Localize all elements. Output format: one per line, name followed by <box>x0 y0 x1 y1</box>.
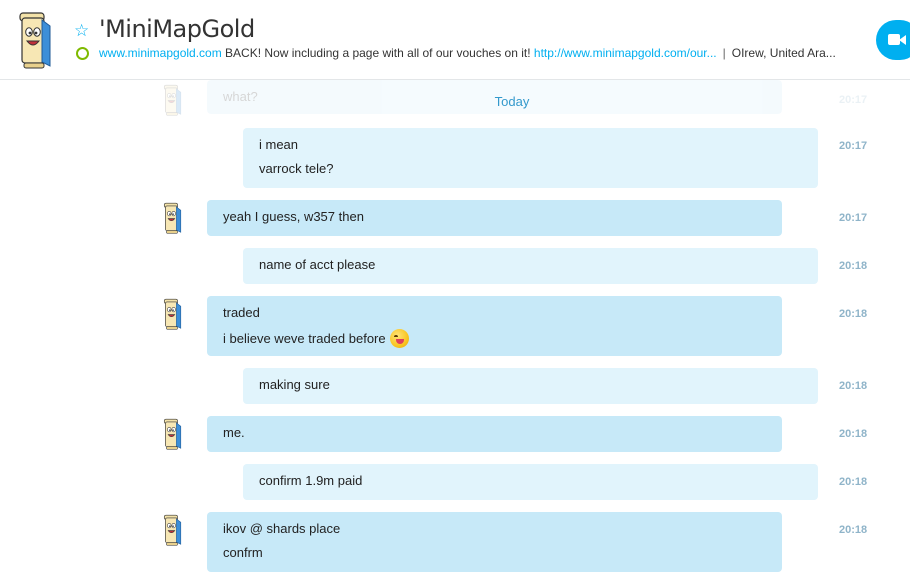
message-time: 20:18 <box>839 380 868 392</box>
message-time: 20:18 <box>839 476 868 488</box>
message-bubble-incoming[interactable]: me. <box>207 416 782 452</box>
contact-location: OIrew, United Ara... <box>731 46 836 60</box>
online-status-icon <box>76 47 89 60</box>
message-line: me. <box>223 425 245 440</box>
message-line: i mean <box>259 137 299 152</box>
faded-message-row: what? 20:17 <box>0 80 910 120</box>
message-line: confirm 1.9m paid <box>259 473 363 488</box>
message-bubble-outgoing[interactable]: name of acct please <box>243 248 818 284</box>
chat-header: ☆ 'MiniMapGold www.minimapgold.com BACK!… <box>0 0 910 80</box>
message-time: 20:17 <box>839 212 868 224</box>
conversation-pane[interactable]: what? 20:17 Today i mean varrock tele? 2… <box>0 80 910 580</box>
message-time: 20:17 <box>839 140 868 152</box>
message-text: i believe weve traded before <box>223 331 386 346</box>
message-line: name of acct please <box>259 257 376 272</box>
tongue-wink-emoji-icon <box>389 329 409 348</box>
message-bubble-outgoing[interactable]: making sure <box>243 368 818 404</box>
scroll-avatar-icon[interactable] <box>161 416 183 452</box>
contact-name[interactable]: 'MiniMapGold <box>99 15 255 43</box>
message-bubble-incoming[interactable]: yeah I guess, w357 then <box>207 200 782 236</box>
message-bubble-incoming[interactable]: traded i believe weve traded before <box>207 296 782 356</box>
message-line: making sure <box>259 377 330 392</box>
message-time: 20:18 <box>839 524 868 536</box>
mood-link-vouches[interactable]: http://www.minimapgold.com/our... <box>534 46 717 60</box>
message-line: traded <box>223 305 260 320</box>
scroll-avatar-icon[interactable] <box>161 512 183 548</box>
message-line: ikov @ shards place <box>223 521 341 536</box>
message-line: confrm <box>223 545 263 560</box>
mood-message: www.minimapgold.com BACK! Now including … <box>99 46 864 60</box>
message-line: varrock tele? <box>259 161 334 176</box>
message-line: yeah I guess, w357 then <box>223 209 364 224</box>
scroll-avatar-icon <box>161 82 183 118</box>
scroll-avatar-icon[interactable] <box>14 10 54 70</box>
mood-separator: | <box>722 46 726 60</box>
message-time: 20:17 <box>839 94 868 106</box>
scroll-avatar-icon[interactable] <box>161 296 183 332</box>
message-time: 20:18 <box>839 260 868 272</box>
message-bubble-outgoing[interactable]: i mean varrock tele? <box>243 128 818 188</box>
message-bubble-incoming[interactable]: ikov @ shards place confrm <box>207 512 782 572</box>
message-bubble-faded: what? <box>207 80 782 114</box>
star-icon[interactable]: ☆ <box>74 22 89 39</box>
message-time: 20:18 <box>839 308 868 320</box>
video-call-button[interactable] <box>876 20 910 60</box>
mood-text: BACK! Now including a page with all of o… <box>221 46 534 60</box>
mood-link-website[interactable]: www.minimapgold.com <box>99 46 222 60</box>
video-camera-lens <box>899 35 906 45</box>
scroll-avatar-icon[interactable] <box>161 200 183 236</box>
message-line-with-emoji: i believe weve traded before <box>223 329 766 353</box>
message-line: what? <box>223 89 258 104</box>
message-bubble-outgoing[interactable]: confirm 1.9m paid <box>243 464 818 500</box>
message-time: 20:18 <box>839 428 868 440</box>
